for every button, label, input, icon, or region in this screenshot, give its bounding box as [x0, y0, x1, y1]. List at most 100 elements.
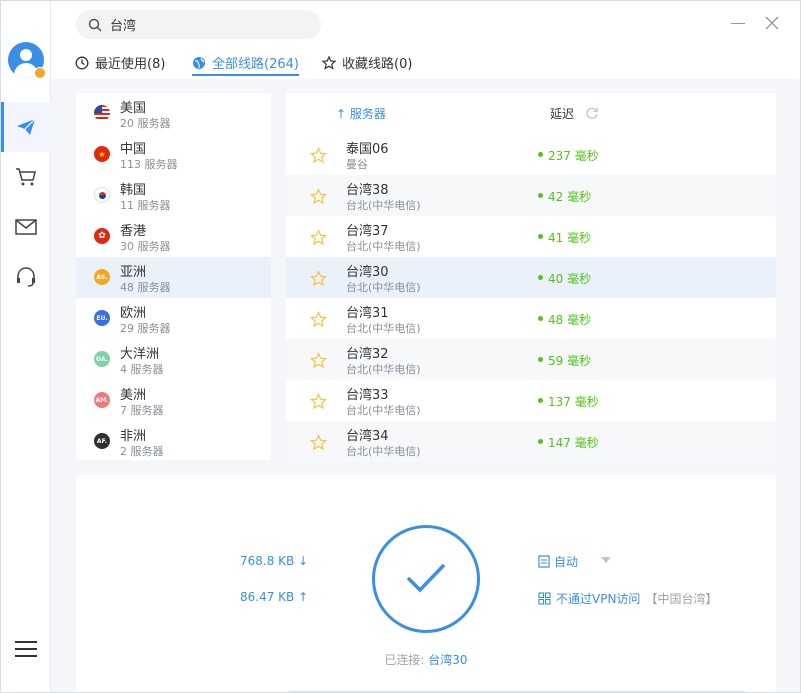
region-server-count: 11 服务器	[120, 199, 171, 212]
region-item-hk[interactable]: ✿ 香港 30 服务器	[76, 216, 271, 257]
tab-favorites-label: 收藏线路(0)	[342, 57, 413, 72]
server-row[interactable]: 台湾32 台北(中华电信) 59 毫秒	[286, 339, 776, 380]
tab-recent[interactable]: 最近使用(8)	[75, 46, 165, 79]
server-location: 曼谷	[346, 158, 368, 171]
region-item-europe[interactable]: EU. 欧洲 29 服务器	[76, 298, 271, 339]
favorite-star-icon[interactable]	[310, 229, 327, 246]
server-latency: 147 毫秒	[538, 434, 599, 451]
server-row[interactable]: 泰国06 曼谷 237 毫秒	[286, 134, 776, 175]
tab-all-routes[interactable]: 全部线路(264)	[192, 46, 299, 79]
region-item-oceania[interactable]: OA. 大洋洲 4 服务器	[76, 339, 271, 380]
favorite-star-icon[interactable]	[310, 352, 327, 369]
server-latency: 59 毫秒	[538, 352, 591, 369]
region-item-us[interactable]: 美国 20 服务器	[76, 93, 271, 134]
server-latency: 137 毫秒	[538, 393, 599, 410]
sidebar-item-messages[interactable]	[1, 202, 51, 252]
sidebar-item-connect[interactable]	[1, 102, 51, 152]
chevron-down-icon[interactable]	[601, 557, 611, 563]
cart-icon	[16, 168, 36, 186]
mode-label: 自动	[554, 555, 579, 569]
globe-icon	[193, 56, 205, 69]
server-row[interactable]: 台湾38 台北(中华电信) 42 毫秒	[286, 175, 776, 216]
region-list: 美国 20 服务器 ★ 中国 113 服务器 韩国 11 服务器 ✿ 香港 30…	[76, 93, 271, 460]
server-name: 台湾33	[346, 388, 389, 403]
server-row[interactable]: 台湾33 台北(中华电信) 137 毫秒	[286, 380, 776, 421]
sidebar-item-store[interactable]	[1, 152, 51, 202]
hamburger-menu-icon[interactable]	[15, 641, 37, 659]
favorite-star-icon[interactable]	[310, 311, 327, 328]
hk-flag-icon: ✿	[94, 228, 110, 244]
send-icon	[17, 118, 36, 135]
upload-traffic: 86.47 KB ↑	[240, 590, 309, 604]
headset-icon	[17, 267, 35, 287]
region-name: 美洲	[120, 388, 147, 403]
asia-badge-icon: AS.	[94, 269, 110, 285]
download-traffic: 768.8 KB ↓	[240, 554, 309, 568]
star-icon	[322, 55, 336, 70]
tab-favorites[interactable]: 收藏线路(0)	[322, 46, 412, 79]
server-location: 台北(中华电信)	[346, 281, 421, 294]
server-location: 台北(中华电信)	[346, 199, 421, 212]
server-name: 台湾34	[346, 429, 389, 444]
region-item-asia[interactable]: AS. 亚洲 48 服务器	[76, 257, 271, 298]
vip-badge-icon	[34, 67, 46, 79]
connection-panel: 768.8 KB ↓ 86.47 KB ↑ 已连接: 台湾30 自动 不通过VP…	[76, 475, 776, 692]
favorite-star-icon[interactable]	[310, 434, 327, 451]
region-server-count: 113 服务器	[120, 158, 178, 171]
favorite-star-icon[interactable]	[310, 270, 327, 287]
search-input[interactable]	[110, 17, 310, 32]
region-item-cn[interactable]: ★ 中国 113 服务器	[76, 134, 271, 175]
region-server-count: 7 服务器	[120, 404, 164, 417]
server-row-selected[interactable]: 台湾30 台北(中华电信) 40 毫秒	[286, 257, 776, 298]
region-name: 欧洲	[120, 306, 147, 321]
close-icon	[765, 16, 779, 30]
region-server-count: 29 服务器	[120, 322, 171, 335]
latency-column-header: 延迟	[550, 107, 575, 121]
region-name: 韩国	[120, 183, 147, 198]
status-label: 已连接:	[384, 653, 425, 667]
server-row[interactable]: 台湾31 台北(中华电信) 48 毫秒	[286, 298, 776, 339]
server-latency: 48 毫秒	[538, 311, 591, 328]
bypass-region-hint: 【中国台湾】	[645, 592, 718, 606]
server-row[interactable]: 台湾37 台北(中华电信) 41 毫秒	[286, 216, 776, 257]
region-item-americas[interactable]: AM. 美洲 7 服务器	[76, 380, 271, 421]
region-server-count: 4 服务器	[120, 363, 164, 376]
region-server-count: 48 服务器	[120, 281, 171, 294]
favorite-star-icon[interactable]	[310, 147, 327, 164]
sort-by-server-button[interactable]: ↑ 服务器	[336, 105, 386, 122]
search-box[interactable]	[76, 10, 321, 39]
server-location: 台北(中华电信)	[346, 363, 421, 376]
app-window: 最近使用(8) 全部线路(264) 收藏线路(0) 美国 20 服务器 ★	[0, 0, 801, 693]
sidebar-item-support[interactable]	[1, 252, 51, 302]
region-name: 大洋洲	[120, 347, 160, 362]
tab-all-routes-label: 全部线路(264)	[212, 57, 299, 72]
region-item-africa[interactable]: AF. 非洲 2 服务器	[76, 421, 271, 462]
minimize-button[interactable]	[730, 15, 746, 31]
server-name: 泰国06	[346, 142, 389, 157]
europe-badge-icon: EU.	[94, 310, 110, 326]
refresh-icon[interactable]	[585, 106, 599, 120]
region-name: 中国	[120, 142, 147, 157]
server-name: 台湾32	[346, 347, 389, 362]
server-list-header: ↑ 服务器 延迟	[286, 93, 776, 134]
favorite-star-icon[interactable]	[310, 188, 327, 205]
server-row[interactable]: 台湾34 台北(中华电信) 147 毫秒	[286, 421, 776, 462]
connect-toggle-button[interactable]	[372, 525, 480, 633]
server-name: 台湾30	[346, 265, 389, 280]
region-server-count: 2 服务器	[120, 445, 164, 458]
region-name: 美国	[120, 101, 147, 116]
favorite-star-icon[interactable]	[310, 393, 327, 410]
server-latency: 237 毫秒	[538, 147, 599, 164]
bypass-vpn-setting[interactable]: 不通过VPN访问 【中国台湾】	[538, 590, 717, 607]
mode-selector[interactable]: 自动	[538, 553, 578, 570]
server-name: 台湾37	[346, 224, 389, 239]
server-location: 台北(中华电信)	[346, 322, 421, 335]
region-name: 香港	[120, 224, 147, 239]
region-item-kr[interactable]: 韩国 11 服务器	[76, 175, 271, 216]
close-button[interactable]	[764, 15, 780, 31]
tab-bar: 最近使用(8) 全部线路(264) 收藏线路(0)	[51, 46, 800, 79]
region-name: 非洲	[120, 429, 147, 444]
avatar-head	[20, 49, 32, 61]
connected-server: 台湾30	[428, 653, 468, 667]
server-list: ↑ 服务器 延迟 泰国06 曼谷 237 毫秒 台湾38 台北(中华电信) 42…	[286, 93, 776, 462]
